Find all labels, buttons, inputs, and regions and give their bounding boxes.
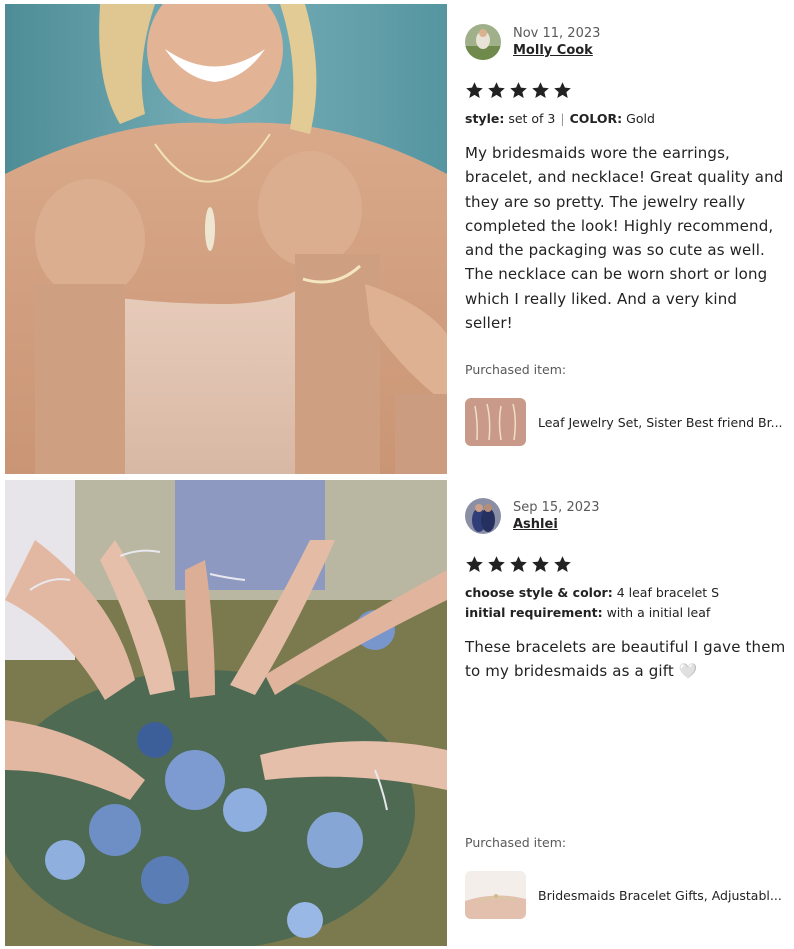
review-photo[interactable] <box>5 4 447 474</box>
star-icon <box>465 81 484 100</box>
review-date: Sep 15, 2023 <box>513 500 600 515</box>
review-content: Nov 11, 2023 Molly Cook style: set of 3 |… <box>465 24 787 335</box>
variation-row: initial requirement: with a initial leaf <box>465 603 787 623</box>
purchased-item-link[interactable]: Leaf Jewelry Set, Sister Best friend Br.… <box>465 398 790 446</box>
star-rating <box>465 555 787 575</box>
item-title[interactable]: Bridesmaids Bracelet Gifts, Adjustabl... <box>538 888 788 903</box>
review-date: Nov 11, 2023 <box>513 26 601 41</box>
purchased-item-label: Purchased item: <box>465 835 567 850</box>
review-meta: Sep 15, 2023 Ashlei <box>513 499 600 533</box>
star-icon <box>531 555 550 574</box>
star-icon <box>509 555 528 574</box>
star-icon <box>531 81 550 100</box>
variation-label: choose style & color: <box>465 585 613 600</box>
purchased-item-link[interactable]: Bridesmaids Bracelet Gifts, Adjustabl... <box>465 871 790 919</box>
variation-value: 4 leaf bracelet S <box>616 585 720 600</box>
variation-row: choose style & color: 4 leaf bracelet S <box>465 583 787 603</box>
review-variations: style: set of 3 | COLOR: Gold <box>465 109 787 129</box>
star-rating <box>465 81 787 101</box>
star-icon <box>487 555 506 574</box>
star-icon <box>553 555 572 574</box>
star-icon <box>509 81 528 100</box>
variation-value: set of 3 <box>508 111 556 126</box>
item-thumbnail[interactable] <box>465 398 526 446</box>
review-header: Sep 15, 2023 Ashlei <box>465 498 787 534</box>
variation-value: with a initial leaf <box>606 605 711 620</box>
variation-value: Gold <box>626 111 655 126</box>
review-variations: choose style & color: 4 leaf bracelet S … <box>465 583 787 623</box>
item-title[interactable]: Leaf Jewelry Set, Sister Best friend Br.… <box>538 415 788 430</box>
review-text: These bracelets are beautiful I gave the… <box>465 638 786 681</box>
item-thumbnail[interactable] <box>465 871 526 919</box>
review-text: My bridesmaids wore the earrings, bracel… <box>465 144 784 333</box>
star-icon <box>487 81 506 100</box>
reviewer-name-link[interactable]: Ashlei <box>513 516 600 533</box>
variation-label: initial requirement: <box>465 605 603 620</box>
star-icon <box>465 555 484 574</box>
reviewer-name-link[interactable]: Molly Cook <box>513 42 600 59</box>
star-icon <box>553 81 572 100</box>
review-content: Sep 15, 2023 Ashlei choose style & color… <box>465 498 787 684</box>
reviewer-avatar[interactable] <box>465 498 501 534</box>
purchased-item-label: Purchased item: <box>465 362 567 377</box>
review-photo[interactable] <box>5 480 447 946</box>
reviewer-avatar[interactable] <box>465 24 501 60</box>
review-card: Nov 11, 2023 Molly Cook style: set of 3 |… <box>0 0 794 476</box>
variation-label: COLOR: <box>569 111 623 126</box>
variation-separator: | <box>560 111 565 126</box>
review-header: Nov 11, 2023 Molly Cook <box>465 24 787 60</box>
review-meta: Nov 11, 2023 Molly Cook <box>513 25 600 59</box>
variation-label: style: <box>465 111 505 126</box>
review-card: Sep 15, 2023 Ashlei choose style & color… <box>0 476 794 949</box>
